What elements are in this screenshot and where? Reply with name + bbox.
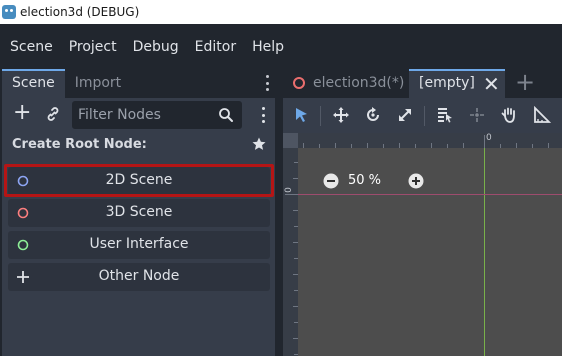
search-icon [219,108,233,122]
scene-toolbar: + [2,98,275,132]
move-tool-icon[interactable] [332,106,350,124]
zoom-in-icon[interactable] [408,173,424,189]
pan-tool-icon[interactable] [500,106,518,124]
favorites-star-icon[interactable] [251,136,267,152]
tab-scene[interactable]: Scene [2,69,65,98]
other-node-button[interactable]: Other Node [8,263,270,291]
tab-election3d[interactable]: election3d(*) [283,69,408,98]
user-interface-button[interactable]: User Interface [8,231,270,259]
menu-debug[interactable]: Debug [125,33,187,61]
highlight-box [4,164,274,197]
tab-election3d-label: election3d(*) [313,75,405,91]
tab-empty[interactable]: [empty] ✕ [409,69,505,98]
filter-nodes-input[interactable] [78,105,213,125]
tab-empty-label: [empty] [419,75,475,91]
dock-tab-bar: Scene Import [2,69,275,98]
filter-nodes-field[interactable] [72,101,242,129]
tab-import[interactable]: Import [65,69,131,98]
3d-scene-label: 3D Scene [105,204,173,220]
dock-options-icon[interactable] [263,75,271,91]
ruler-left-label: 0 [283,187,294,193]
zoom-level-label[interactable]: 50 % [348,173,381,188]
list-select-icon[interactable] [436,106,454,124]
scale-tool-icon[interactable] [396,106,414,124]
window-titlebar: election3d (DEBUG) [0,0,562,24]
ruler-vertical: 0 [283,133,298,356]
3d-scene-button[interactable]: 3D Scene [8,199,270,227]
ruler-horizontal: 0 [283,133,562,148]
toolbar-separator [320,106,321,126]
add-scene-tab-icon[interactable]: + [515,69,535,95]
window-title: election3d (DEBUG) [20,5,140,19]
create-root-label: Create Root Node: [12,137,147,152]
menu-help[interactable]: Help [244,33,292,61]
menu-project[interactable]: Project [61,33,125,61]
pivot-tool-icon[interactable] [468,106,486,124]
select-tool-icon[interactable] [293,106,311,124]
create-root-header: Create Root Node: [2,132,275,160]
rotate-tool-icon[interactable] [364,106,382,124]
link-icon [47,107,59,121]
user-interface-label: User Interface [89,236,189,252]
other-node-label: Other Node [98,268,180,284]
close-tab-icon[interactable]: ✕ [483,72,500,97]
node3d-icon [293,77,305,89]
scene-options-icon[interactable] [259,107,267,123]
godot-app-icon [2,5,16,19]
viewport-toolbar [283,98,562,133]
add-node-button[interactable]: + [13,102,31,124]
menu-bar: Scene Project Debug Editor Help [0,24,562,69]
viewport-canvas[interactable]: 0 0 50 % [283,133,562,356]
menu-scene[interactable]: Scene [2,33,61,61]
menu-editor[interactable]: Editor [187,33,244,61]
instance-scene-button[interactable] [44,105,62,123]
canvas-area[interactable]: 50 % [298,148,562,356]
ruler-tool-icon[interactable] [533,106,551,124]
scene-tab-bar: election3d(*) [empty] ✕ + [283,69,562,98]
toolbar-separator [424,106,425,126]
zoom-out-icon[interactable] [323,173,339,189]
ruler-top-label: 0 [486,133,492,143]
